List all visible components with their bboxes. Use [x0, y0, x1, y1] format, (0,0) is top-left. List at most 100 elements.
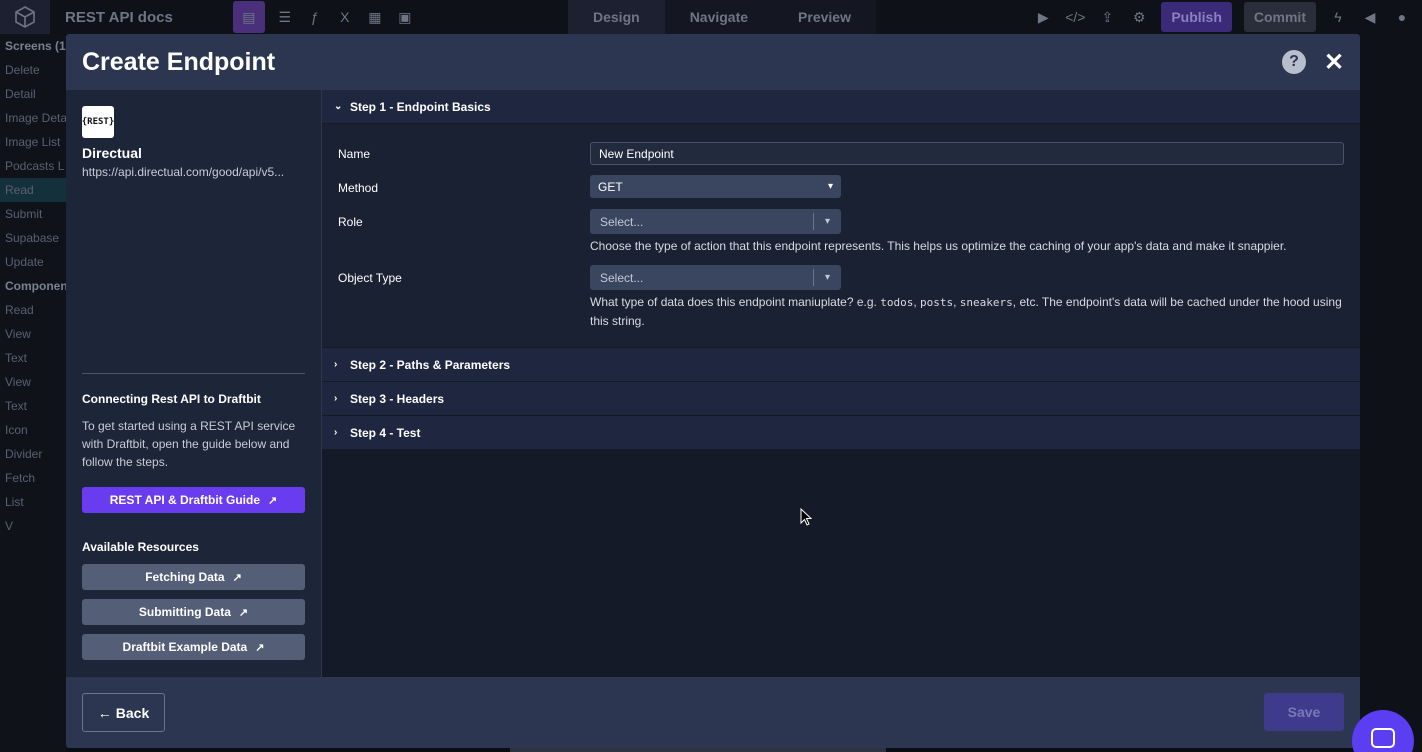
step-label: Step 2 - Paths & Parameters: [350, 357, 511, 372]
screen-item[interactable]: Submit: [0, 202, 66, 226]
screen-item[interactable]: Delete: [0, 58, 66, 82]
mode-tabs: Design Navigate Preview: [568, 0, 876, 34]
chevron-down-icon: ▾: [813, 213, 841, 230]
example-code: posts: [920, 296, 954, 309]
method-select[interactable]: GET ▾: [590, 175, 841, 198]
component-item[interactable]: Read: [0, 298, 66, 322]
screen-item[interactable]: Image Deta: [0, 106, 66, 130]
example-code: sneakers: [959, 296, 1013, 309]
database-icon[interactable]: ☰: [275, 7, 295, 27]
variable-icon[interactable]: X: [335, 7, 355, 27]
mouse-cursor-icon: [800, 508, 812, 526]
help-text: ,: [953, 295, 960, 309]
resource-button-label: Fetching Data: [145, 570, 225, 584]
arrow-left-icon: ←: [97, 704, 112, 721]
modal-footer: ← Back Save: [66, 677, 1360, 748]
back-button[interactable]: ← Back: [82, 693, 165, 732]
step-3-header[interactable]: › Step 3 - Headers: [322, 382, 1360, 416]
external-link-icon: ↗: [232, 571, 242, 584]
example-data-button[interactable]: Draftbit Example Data ↗: [82, 634, 305, 660]
chevron-right-icon: ›: [334, 359, 338, 370]
screen-item[interactable]: Detail: [0, 82, 66, 106]
screen-item[interactable]: Podcasts L: [0, 154, 66, 178]
app-toolbar: ▤ ☰ ƒ X ▦ ▣: [232, 1, 415, 33]
megaphone-icon[interactable]: ◀: [1360, 7, 1380, 27]
save-button[interactable]: Save: [1264, 693, 1344, 731]
guide-button-label: REST API & Draftbit Guide: [109, 493, 260, 507]
modal-body: {REST} Directual https://api.directual.c…: [66, 90, 1360, 677]
rest-logo-icon: {REST}: [82, 106, 114, 138]
sidebar-divider: [82, 373, 305, 374]
step-2-header[interactable]: › Step 2 - Paths & Parameters: [322, 348, 1360, 382]
chevron-right-icon: ›: [334, 393, 338, 404]
media-icon[interactable]: ▣: [395, 7, 415, 27]
play-icon[interactable]: ▶: [1033, 7, 1053, 27]
step-1-body: Name New Endpoint Method GET ▾ Role Sele…: [322, 124, 1360, 348]
component-item[interactable]: Text: [0, 394, 66, 418]
screen-item[interactable]: Read: [0, 178, 66, 202]
tab-navigate[interactable]: Navigate: [665, 0, 773, 34]
chevron-right-icon: ›: [334, 427, 338, 438]
method-value: GET: [598, 179, 623, 194]
fetching-data-button[interactable]: Fetching Data ↗: [82, 564, 305, 590]
step-label: Step 1 - Endpoint Basics: [350, 99, 491, 114]
guide-title: Connecting Rest API to Draftbit: [82, 392, 261, 406]
screen-item[interactable]: Image List: [0, 130, 66, 154]
component-item[interactable]: Fetch: [0, 466, 66, 490]
app-right-panel: [1360, 34, 1422, 752]
object-type-select[interactable]: Select... ▾: [590, 265, 841, 290]
close-icon[interactable]: ✕: [1322, 49, 1346, 76]
create-endpoint-modal: Create Endpoint ? ✕ {REST} Directual htt…: [66, 34, 1360, 748]
role-select[interactable]: Select... ▾: [590, 209, 841, 234]
components-header: Components: [5, 279, 66, 293]
object-type-help-text: What type of data does this endpoint man…: [590, 293, 1344, 331]
resource-button-label: Submitting Data: [138, 605, 231, 619]
app-top-bar: REST API docs ▤ ☰ ƒ X ▦ ▣ Design Navigat…: [0, 0, 1422, 34]
help-text: What type of data does this endpoint man…: [590, 295, 881, 309]
function-icon[interactable]: ƒ: [305, 7, 325, 27]
component-item[interactable]: List: [0, 490, 66, 514]
tab-design[interactable]: Design: [568, 0, 665, 34]
commit-button[interactable]: Commit: [1243, 2, 1316, 32]
gear-icon[interactable]: ⚙: [1129, 7, 1149, 27]
app-left-panel: Screens (10) Delete Detail Image Deta Im…: [0, 34, 66, 752]
horizontal-scrollbar[interactable]: [510, 748, 886, 752]
component-item[interactable]: View: [0, 322, 66, 346]
component-item[interactable]: View: [0, 370, 66, 394]
guide-button[interactable]: REST API & Draftbit Guide ↗: [82, 487, 305, 513]
account-icon[interactable]: ●: [1392, 7, 1412, 27]
resource-button-label: Draftbit Example Data: [122, 640, 248, 654]
guide-text: To get started using a REST API service …: [82, 419, 296, 469]
example-code: todos: [880, 296, 914, 309]
screen-item[interactable]: Update: [0, 250, 66, 274]
tab-preview[interactable]: Preview: [773, 0, 876, 34]
submitting-data-button[interactable]: Submitting Data ↗: [82, 599, 305, 625]
external-link-icon: ↗: [255, 641, 265, 654]
component-item[interactable]: Divider: [0, 442, 66, 466]
name-label: Name: [338, 147, 371, 161]
modal-title: Create Endpoint: [82, 47, 276, 76]
layers-icon[interactable]: ▤: [232, 1, 265, 33]
external-link-icon: ↗: [238, 606, 249, 619]
step-1-header[interactable]: ⌄ Step 1 - Endpoint Basics: [322, 90, 1360, 124]
app-title: REST API docs: [65, 8, 173, 26]
publish-button[interactable]: Publish: [1161, 2, 1232, 32]
bolt-icon[interactable]: ϟ: [1328, 7, 1348, 27]
object-type-placeholder: Select...: [600, 270, 644, 285]
method-label: Method: [338, 181, 379, 195]
assets-icon[interactable]: ▦: [365, 7, 385, 27]
component-item[interactable]: V: [0, 514, 66, 538]
step-4-header[interactable]: › Step 4 - Test: [322, 416, 1360, 450]
name-input[interactable]: New Endpoint: [590, 142, 1344, 165]
component-item[interactable]: Icon: [0, 418, 66, 442]
component-item[interactable]: Text: [0, 346, 66, 370]
screen-item[interactable]: Supabase: [0, 226, 66, 250]
step-label: Step 4 - Test: [350, 425, 421, 440]
app-top-right: ▶ </> ⇪ ⚙ Publish Commit ϟ ◀ ●: [1033, 0, 1422, 34]
chevron-down-icon: ▾: [827, 181, 833, 192]
share-icon[interactable]: ⇪: [1097, 7, 1117, 27]
help-icon[interactable]: ?: [1282, 50, 1306, 74]
app-logo-icon[interactable]: [0, 0, 50, 34]
modal-header: Create Endpoint ? ✕: [66, 34, 1360, 90]
code-icon[interactable]: </>: [1065, 7, 1085, 27]
